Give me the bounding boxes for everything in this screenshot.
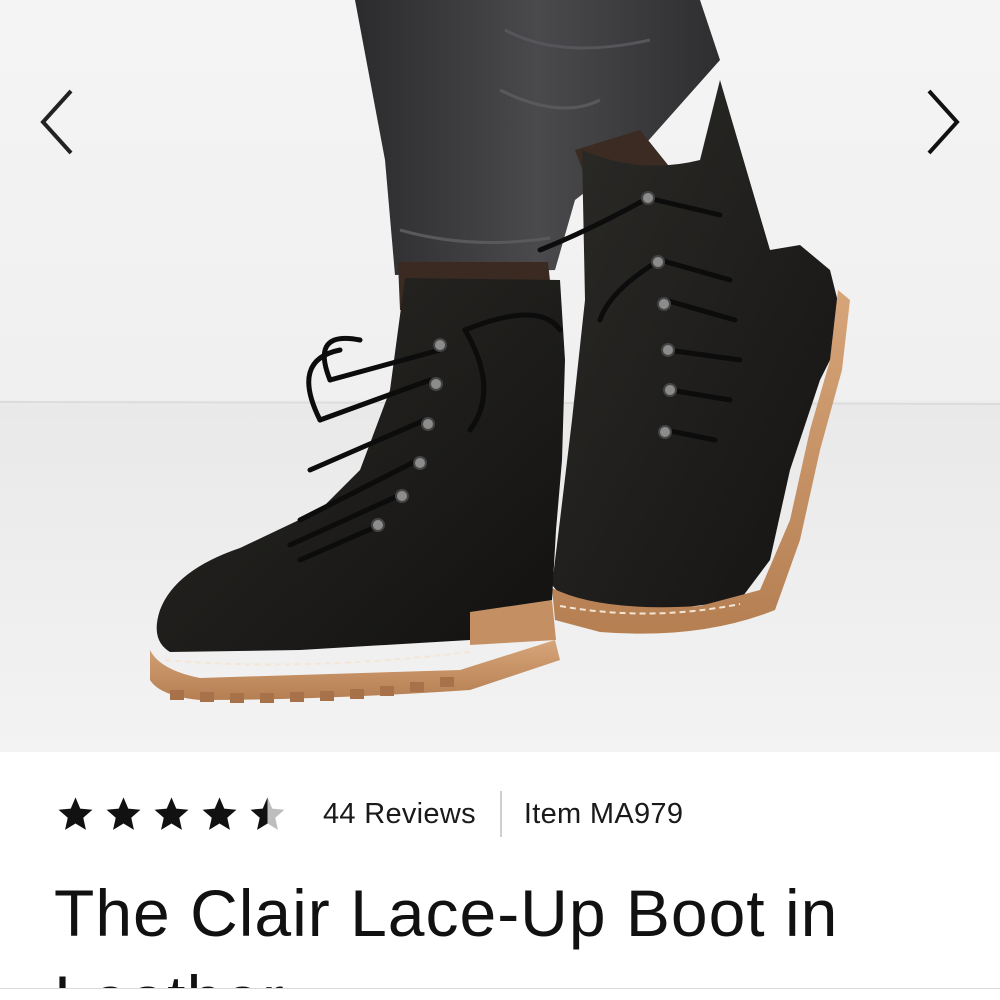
reviews-link[interactable]: 44 Reviews (323, 798, 476, 831)
product-page: 44 Reviews Item MA979 The Clair Lace-Up … (0, 0, 1000, 1000)
carousel-prev-button[interactable] (22, 82, 92, 162)
chevron-right-icon (927, 89, 960, 155)
star-rating[interactable] (56, 795, 287, 833)
product-photo (0, 0, 1000, 752)
star-icon (106, 797, 141, 830)
meta-divider (499, 791, 502, 837)
bottom-bar (0, 988, 1000, 1000)
chevron-left-icon (40, 89, 73, 155)
product-title: The Clair Lace-Up Boot in Leather (54, 876, 839, 1000)
item-number: Item MA979 (523, 797, 684, 830)
half-star-icon (250, 797, 285, 830)
star-icon (154, 797, 189, 830)
rating-row: 44 Reviews Item MA979 (56, 790, 683, 838)
carousel-next-button[interactable] (908, 82, 978, 162)
product-info: 44 Reviews Item MA979 The Clair Lace-Up … (0, 752, 1000, 1000)
star-icon (58, 797, 93, 830)
product-image-carousel[interactable] (0, 0, 1000, 752)
star-icon (202, 797, 237, 830)
